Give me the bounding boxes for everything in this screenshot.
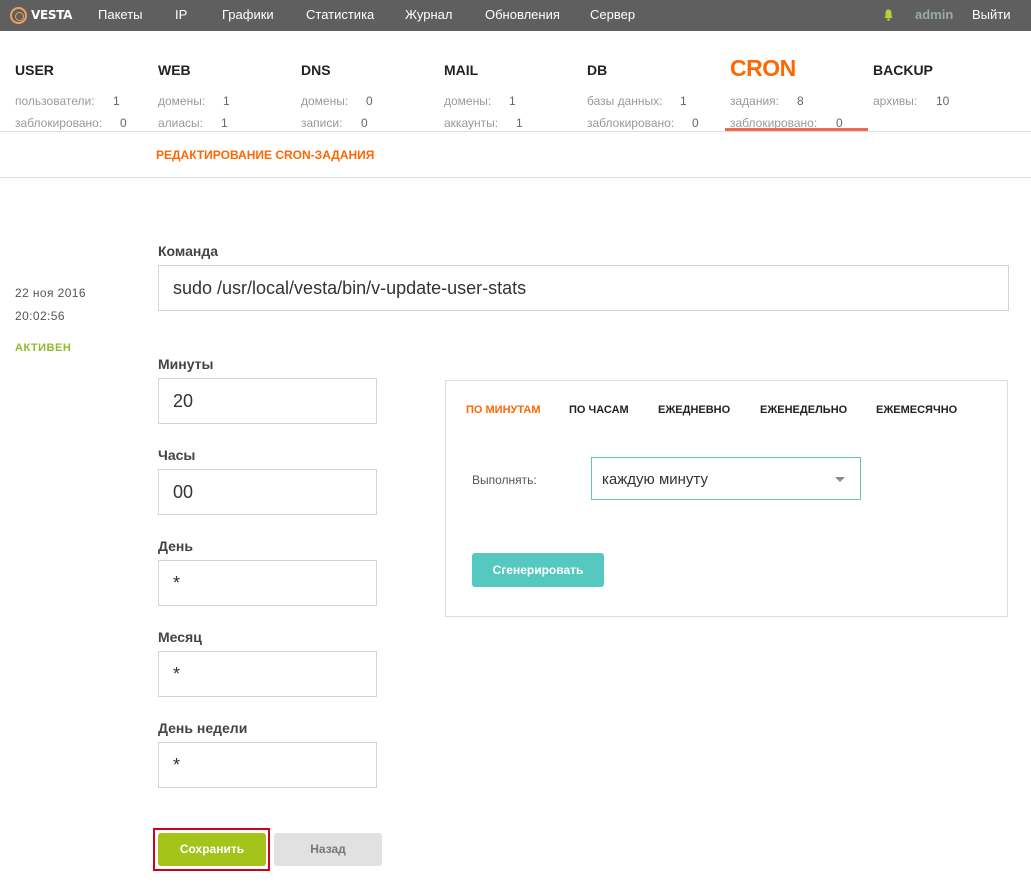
stat-value: 0 xyxy=(366,94,373,108)
stat-row: архивы: 10 xyxy=(873,94,949,108)
cron-generator-panel: ПО МИНУТАМ ПО ЧАСАМ ЕЖЕДНЕВНО ЕЖЕНЕДЕЛЬН… xyxy=(445,380,1008,617)
stat-label: архивы: xyxy=(873,94,918,108)
nav-ip[interactable]: IP xyxy=(175,0,187,31)
stat-row: пользователи: 1 xyxy=(15,94,120,108)
bell-icon[interactable] xyxy=(884,9,893,21)
tab-weekly[interactable]: ЕЖЕНЕДЕЛЬНО xyxy=(760,404,847,416)
stat-row: аккаунты: 1 xyxy=(444,116,523,130)
stat-title: BACKUP xyxy=(873,62,933,78)
nav-log[interactable]: Журнал xyxy=(405,0,452,31)
generate-button[interactable]: Сгенерировать xyxy=(472,553,604,587)
chevron-down-icon xyxy=(835,477,845,482)
weekday-label: День недели xyxy=(158,720,248,736)
stat-label: базы данных: xyxy=(587,94,663,108)
top-bar: VESTA Пакеты IP Графики Статистика Журна… xyxy=(0,0,1031,31)
stat-label: пользователи: xyxy=(15,94,95,108)
stat-label: домены: xyxy=(301,94,349,108)
hours-label: Часы xyxy=(158,447,196,463)
logo-text: VESTA xyxy=(31,8,73,22)
stat-value: 1 xyxy=(113,94,120,108)
month-label: Месяц xyxy=(158,629,202,645)
back-button[interactable]: Назад xyxy=(274,833,382,866)
day-label: День xyxy=(158,538,193,554)
stat-value: 1 xyxy=(509,94,516,108)
stat-value: 1 xyxy=(516,116,523,130)
stat-row: базы данных: 1 xyxy=(587,94,687,108)
stat-value: 0 xyxy=(692,116,699,130)
stat-value: 8 xyxy=(797,94,804,108)
page-title: РЕДАКТИРОВАНИЕ CRON-ЗАДАНИЯ xyxy=(156,148,375,162)
stat-title: CRON xyxy=(730,55,796,81)
divider xyxy=(0,177,1031,178)
stat-value: 1 xyxy=(680,94,687,108)
nav-graphs[interactable]: Графики xyxy=(222,0,274,31)
day-input[interactable] xyxy=(158,560,377,606)
stat-value: 1 xyxy=(223,94,230,108)
created-date: 22 ноя 2016 xyxy=(15,286,86,300)
stat-label: домены: xyxy=(444,94,492,108)
logout-link[interactable]: Выйти xyxy=(972,0,1011,29)
stat-label: аккаунты: xyxy=(444,116,499,130)
stat-value: 10 xyxy=(936,94,950,108)
stat-value: 0 xyxy=(361,116,368,130)
command-input[interactable] xyxy=(158,265,1009,311)
stat-title: DNS xyxy=(301,62,331,78)
vesta-logo[interactable]: VESTA xyxy=(10,6,72,24)
stat-label: заблокировано: xyxy=(15,116,103,130)
stat-row: домены: 1 xyxy=(444,94,516,108)
stat-row: алиасы: 1 xyxy=(158,116,228,130)
vesta-logo-icon xyxy=(10,6,27,24)
nav-packages[interactable]: Пакеты xyxy=(98,0,143,31)
run-frequency-select[interactable]: каждую минуту xyxy=(591,457,861,500)
nav-updates[interactable]: Обновления xyxy=(485,0,560,31)
created-time: 20:02:56 xyxy=(15,309,65,323)
stat-row: заблокировано: 0 xyxy=(587,116,699,130)
stat-value: 0 xyxy=(120,116,127,130)
stat-title: WEB xyxy=(158,62,191,78)
stat-label: заблокировано: xyxy=(587,116,675,130)
stat-title: DB xyxy=(587,62,608,78)
stat-title: MAIL xyxy=(444,62,479,78)
run-frequency-value: каждую минуту xyxy=(602,471,708,488)
stat-row: заблокировано: 0 xyxy=(15,116,127,130)
stat-row: записи: 0 xyxy=(301,116,368,130)
tab-by-minutes[interactable]: ПО МИНУТАМ xyxy=(466,404,541,416)
minutes-label: Минуты xyxy=(158,356,214,372)
stat-label: задания: xyxy=(730,94,780,108)
nav-server[interactable]: Сервер xyxy=(590,0,635,31)
command-label: Команда xyxy=(158,243,218,259)
user-link[interactable]: admin xyxy=(915,0,953,29)
run-label: Выполнять: xyxy=(472,473,537,487)
tab-monthly[interactable]: ЕЖЕМЕСЯЧНО xyxy=(876,404,957,416)
status-badge: АКТИВЕН xyxy=(15,342,72,354)
tab-daily[interactable]: ЕЖЕДНЕВНО xyxy=(658,404,730,416)
nav-statistics[interactable]: Статистика xyxy=(306,0,374,31)
stat-row: задания: 8 xyxy=(730,94,804,108)
month-input[interactable] xyxy=(158,651,377,697)
hours-input[interactable] xyxy=(158,469,377,515)
save-button[interactable]: Сохранить xyxy=(158,833,266,866)
stat-row: домены: 0 xyxy=(301,94,373,108)
stat-value: 1 xyxy=(221,116,228,130)
stat-label: домены: xyxy=(158,94,206,108)
stat-row: домены: 1 xyxy=(158,94,230,108)
stat-title: USER xyxy=(15,62,54,78)
weekday-input[interactable] xyxy=(158,742,377,788)
divider xyxy=(0,131,1031,132)
minutes-input[interactable] xyxy=(158,378,377,424)
stat-label: алиасы: xyxy=(158,116,204,130)
stat-label: записи: xyxy=(301,116,343,130)
tab-by-hours[interactable]: ПО ЧАСАМ xyxy=(569,404,629,416)
